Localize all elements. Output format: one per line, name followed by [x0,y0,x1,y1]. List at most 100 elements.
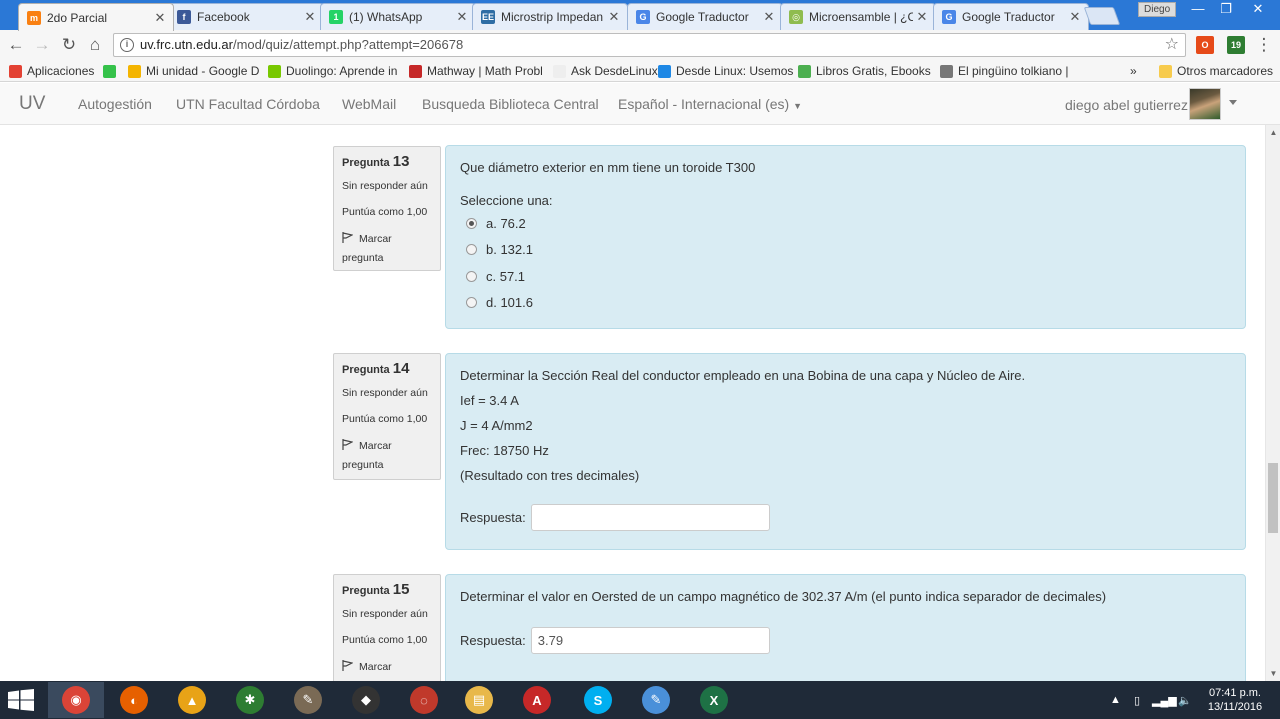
bookmark-item[interactable]: Libros Gratis, Ebooks [798,63,931,79]
close-tab-icon[interactable]: ✕ [760,9,778,25]
browser-tab[interactable]: f Facebook ✕ [168,3,324,30]
taskbar-app-acrobat[interactable]: A [509,682,565,718]
flag-question-link[interactable]: Marcar [342,658,432,677]
close-tab-icon[interactable]: ✕ [1066,9,1084,25]
close-tab-icon[interactable]: ✕ [605,9,623,25]
radio-button[interactable] [466,217,477,229]
home-icon[interactable]: ⌂ [85,35,105,55]
network-signal-icon[interactable]: ▂▄▆ [1152,681,1177,719]
taskbar-app-autocad[interactable]: ▲ [164,682,220,718]
folder-icon [1159,64,1172,78]
user-menu-caret-icon[interactable] [1229,100,1237,105]
windows-start-icon[interactable] [8,689,34,711]
ee-icon: EE [481,10,495,24]
answer-option[interactable]: c. 57.1 [460,263,1231,290]
browser-tab[interactable]: EE Microstrip Impedan ✕ [472,3,628,30]
site-brand-link[interactable]: UV [19,93,45,115]
address-bar[interactable]: i uv.frc.utn.edu.ar/mod/quiz/attempt.php… [113,33,1186,57]
taskbar-app-chrome[interactable]: ◉ [48,682,104,718]
info-icon[interactable]: i [120,38,134,52]
answer-option[interactable]: a. 76.2 [460,210,1231,237]
bookmark-favicon-icon [128,64,141,78]
bookmark-item[interactable] [103,63,121,79]
profile-button[interactable]: Diego [1138,2,1177,17]
bookmark-item[interactable]: Desde Linux: Usemos [658,63,793,79]
language-menu[interactable]: Español - Internacional (es) ▼ [618,96,802,112]
bookmark-item[interactable]: Duolingo: Aprende in [268,63,397,79]
page-scrollbar[interactable]: ▲ ▼ [1265,125,1280,681]
back-arrow-icon[interactable]: ← [6,35,26,55]
maximize-icon[interactable]: ❐ [1212,0,1240,20]
answer-option[interactable]: b. 132.1 [460,237,1231,264]
taskbar-app-app-shield[interactable]: ✱ [222,682,278,718]
close-window-icon[interactable]: ✕ [1240,0,1276,20]
question-text-line: J = 4 A/mm2 [460,418,533,433]
answer-option[interactable]: d. 101.6 [460,290,1231,317]
star-icon[interactable]: ☆ [1165,34,1179,56]
bookmarks-overflow-chevron[interactable]: » [1130,63,1137,79]
bookmark-item[interactable]: Ask DesdeLinux [553,63,658,79]
close-tab-icon[interactable]: ✕ [453,9,471,25]
user-name[interactable]: diego abel gutierrez [1065,97,1188,113]
extension-badge-icon[interactable]: 19 [1227,36,1245,54]
bookmark-item[interactable]: Mi unidad - Google D [128,63,259,79]
browser-tab[interactable]: m 2do Parcial ✕ [18,3,174,31]
autocad-icon: ▲ [178,686,206,714]
flag-question-link[interactable]: Marcar pregunta [342,230,432,268]
answer-input-14[interactable] [530,504,770,531]
close-tab-icon[interactable]: ✕ [913,9,931,25]
battery-icon[interactable]: ▯ [1134,681,1140,719]
other-bookmarks-folder[interactable]: Otros marcadores [1159,63,1273,79]
volume-icon[interactable]: 🔈 [1178,681,1192,719]
scroll-up-arrow-icon[interactable]: ▲ [1266,125,1280,140]
facebook-icon: f [177,10,191,24]
bookmark-item[interactable]: Mathway | Math Probl [409,63,543,79]
avatar[interactable] [1189,88,1221,120]
question-content-13: Que diámetro exterior en mm tiene un tor… [445,145,1246,329]
flag-question-link[interactable]: Marcar pregunta [342,437,432,475]
browser-tab[interactable]: G Google Traductor ✕ [627,3,783,30]
bookmark-item[interactable]: El pingüino tolkiano | [940,63,1069,79]
taskbar-app-paint[interactable]: ✎ [628,682,684,718]
new-tab-button[interactable] [1083,7,1121,25]
paint-icon: ✎ [642,686,670,714]
taskbar-app-gimp[interactable]: ✎ [280,682,336,718]
close-tab-icon[interactable]: ✕ [301,9,319,25]
taskbar-app-excel[interactable]: X [686,682,742,718]
scroll-thumb[interactable] [1268,463,1278,533]
radio-button[interactable] [466,244,477,256]
browser-tab[interactable]: ◎ Microensamble | ¿C ✕ [780,3,936,30]
flag-icon [342,439,353,450]
tab-title: 2do Parcial [47,10,108,25]
nav-link-utn[interactable]: UTN Facultad Córdoba [176,96,320,112]
taskbar-clock[interactable]: 07:41 p.m. 13/11/2016 [1200,686,1270,714]
menu-dots-icon[interactable]: ⋮ [1254,35,1274,55]
browser-tab[interactable]: G Google Traductor ✕ [933,3,1089,30]
answer-input-15[interactable] [530,627,770,654]
reload-icon[interactable]: ↻ [59,35,79,55]
browser-tab[interactable]: 1 (1) WhatsApp ✕ [320,3,476,30]
close-tab-icon[interactable]: ✕ [151,10,169,26]
taskbar-app-app-swirl[interactable]: ◌ [396,682,452,718]
question-number: Pregunta 14 [342,360,410,377]
bookmark-favicon-icon [553,64,566,78]
bookmark-item[interactable]: Aplicaciones [9,63,94,79]
nav-link-biblioteca[interactable]: Busqueda Biblioteca Central [422,96,599,112]
microensamble-icon: ◎ [789,10,803,24]
forward-arrow-icon[interactable]: → [32,35,52,55]
radio-button[interactable] [466,297,477,309]
file-explorer-icon: ▤ [465,686,493,714]
taskbar-app-skype[interactable]: S [570,682,626,718]
taskbar-app-inkscape[interactable]: ◆ [338,682,394,718]
nav-link-webmail[interactable]: WebMail [342,96,396,112]
office-extension-icon[interactable]: O [1196,36,1214,54]
scroll-down-arrow-icon[interactable]: ▼ [1266,666,1280,681]
tray-show-hidden-icon[interactable]: ▲ [1110,681,1121,719]
quiz-content: Pregunta 13 Sin responder aún Puntúa com… [0,125,1265,681]
minimize-icon[interactable]: — [1184,0,1212,20]
nav-link-autogestion[interactable]: Autogestión [78,96,152,112]
radio-button[interactable] [466,270,477,282]
taskbar-app-file-explorer[interactable]: ▤ [451,682,507,718]
tab-title: Google Traductor [656,10,749,24]
taskbar-app-firefox[interactable]: ◐ [106,682,162,718]
